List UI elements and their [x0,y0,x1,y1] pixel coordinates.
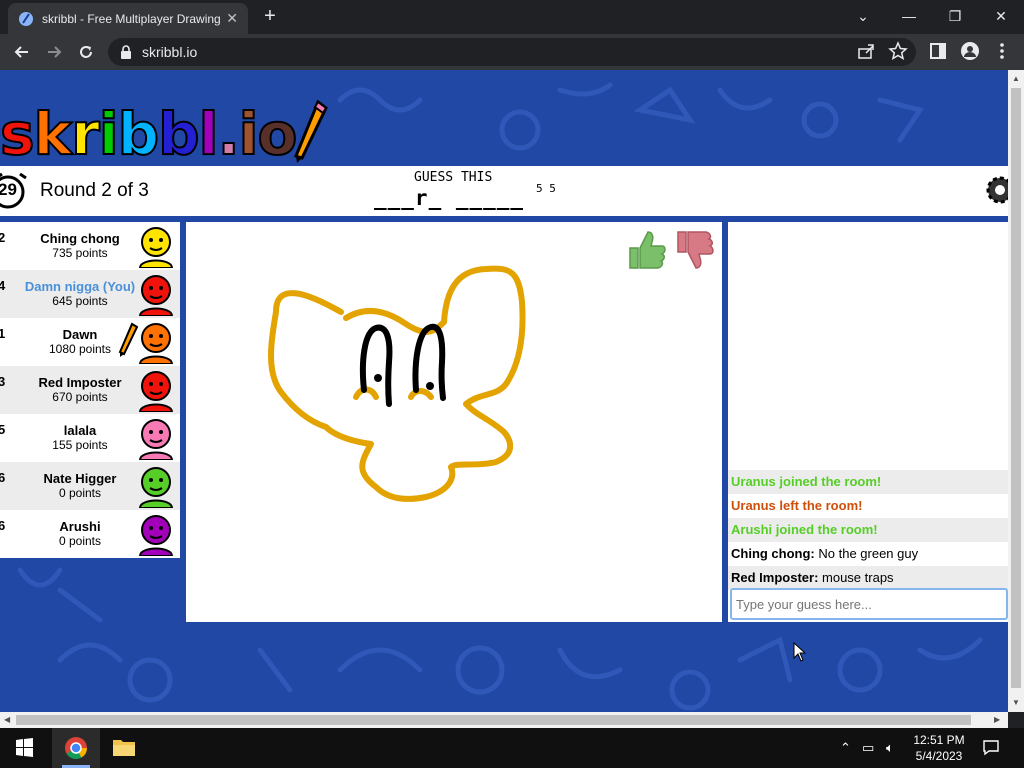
restore-button[interactable]: ❐ [935,2,975,30]
scroll-down-icon[interactable]: ▼ [1012,698,1020,707]
chat-system-text: Arushi joined the room! [731,522,878,537]
logo-pencil-icon [294,100,329,163]
player-row[interactable]: 2 Ching chong 735 points [0,222,180,270]
logo-letter: b [157,99,200,169]
mouse-cursor-icon [793,642,807,662]
player-avatar-icon [138,467,174,508]
chat-message: Uranus left the room! [728,494,1008,518]
chrome-taskbar-icon[interactable] [52,728,100,768]
new-tab-button[interactable]: + [258,4,282,28]
player-avatar-icon [138,371,174,412]
logo-letter: l [198,99,220,169]
back-arrow-icon[interactable] [8,38,36,66]
forward-arrow-icon[interactable] [40,38,68,66]
guess-this-label: GUESS THIS [414,170,493,185]
player-row[interactable]: 4 Damn nigga (You) 645 points [0,270,180,318]
player-row[interactable]: 3 Red Imposter 670 points [0,366,180,414]
player-avatar-icon [138,515,174,556]
lock-icon [121,45,131,59]
player-row[interactable]: 1 Dawn 1080 points [0,318,180,366]
skribbl-favicon-icon [19,11,33,26]
player-row[interactable]: 6 Nate Higger 0 points [0,462,180,510]
vertical-scrollbar[interactable]: ▲ ▼ [1008,70,1024,712]
network-icon[interactable]: ▭ [862,740,874,756]
chat-system-text: Uranus joined the room! [731,474,882,489]
chat-message: Red Imposter: mouse traps [728,566,1008,590]
horizontal-scrollbar[interactable]: ◀ ▶ [0,712,1008,728]
scroll-up-icon[interactable]: ▲ [1012,74,1020,83]
horizontal-scroll-thumb[interactable] [16,715,971,725]
browser-titlebar: skribbl - Free Multiplayer Drawing ✕ + ⌄… [0,0,1024,34]
taskbar-date: 5/4/2023 [915,749,963,763]
thumbs-down-icon[interactable] [672,228,716,272]
profile-icon[interactable] [960,41,980,61]
chat-message: Uranus joined the room! [728,470,1008,494]
browser-tab[interactable]: skribbl - Free Multiplayer Drawing ✕ [8,3,248,34]
game-header: 29 Round 2 of 3 GUESS THIS ___r_ _____ 5… [0,166,1008,216]
drawing-canvas[interactable] [186,222,722,622]
logo-letter: k [33,99,74,169]
player-avatar-icon [138,227,174,268]
file-explorer-icon[interactable] [100,728,148,768]
player-avatar-icon [138,419,174,460]
logo-letter: i [98,99,120,169]
chevron-up-icon[interactable]: ⌃ [840,740,851,756]
notifications-icon[interactable] [982,738,1000,756]
chat-message: Arushi joined the room! [728,518,1008,542]
menu-dots-icon[interactable] [992,41,1012,61]
logo-letter: o [257,99,299,169]
scroll-right-icon[interactable]: ▶ [994,715,1000,724]
close-window-button[interactable]: ✕ [981,2,1021,30]
address-bar[interactable]: skribbl.io [108,38,916,66]
player-avatar-icon [138,323,174,364]
logo-letter: i [238,99,260,169]
guess-input[interactable] [730,588,1008,620]
logo-text: skribbl.io [0,99,299,169]
word-hint: ___r_ _____ [374,186,525,210]
player-avatar-icon [138,275,174,316]
logo-letter: s [0,99,36,169]
timer-value: 29 [0,180,17,199]
tab-title: skribbl - Free Multiplayer Drawing [42,11,221,26]
share-icon[interactable] [856,41,876,61]
player-row[interactable]: 5 lalala 155 points [0,414,180,462]
chat-text: mouse traps [818,570,894,585]
chat-system-text: Uranus left the room! [731,498,863,513]
reload-icon[interactable] [72,38,100,66]
skribbl-page: skribbl.io 29 Round 2 of 3 GUESS THIS __… [0,70,1008,712]
chat-panel: Red Imposter: mouse traps Ching chong: No… [728,222,1008,622]
side-panel-icon[interactable] [928,41,948,61]
tab-search-icon[interactable]: ⌄ [843,2,883,30]
player-list: 2 Ching chong 735 points 4 Damn nigga (You) 6… [0,222,180,558]
chat-author: Red Imposter: [731,570,819,585]
url-text: skribbl.io [142,44,198,60]
taskbar-time: 12:51 PM [913,733,965,747]
skribbl-logo: skribbl.io [0,88,329,169]
thumbs-up-icon[interactable] [624,228,668,272]
chat-text: No the green guy [814,546,919,561]
taskbar-clock[interactable]: 12:51 PM 5/4/2023 [908,732,970,764]
windows-taskbar: ⌃ ▭ 🔈︎ 12:51 PM 5/4/2023 [0,728,1024,768]
browser-toolbar: skribbl.io [0,34,1024,70]
chat-author: Ching chong: [731,546,815,561]
tab-close-icon[interactable]: ✕ [226,10,238,27]
minimize-button[interactable]: — [889,2,929,30]
vertical-scroll-thumb[interactable] [1011,88,1021,688]
logo-letter: b [117,99,160,169]
settings-gear-icon[interactable] [982,170,1008,210]
scroll-left-icon[interactable]: ◀ [4,715,10,724]
player-row[interactable]: 6 Arushi 0 points [0,510,180,558]
volume-icon[interactable]: 🔈︎ [886,740,894,756]
logo-letter: r [70,99,101,169]
windows-start-icon[interactable] [0,728,48,768]
logo-letter: . [217,99,241,169]
drawing [268,265,526,502]
word-lengths: 5 5 [536,182,556,195]
bookmark-star-icon[interactable] [888,41,908,61]
chat-message: Ching chong: No the green guy [728,542,1008,566]
round-indicator: Round 2 of 3 [40,180,149,201]
